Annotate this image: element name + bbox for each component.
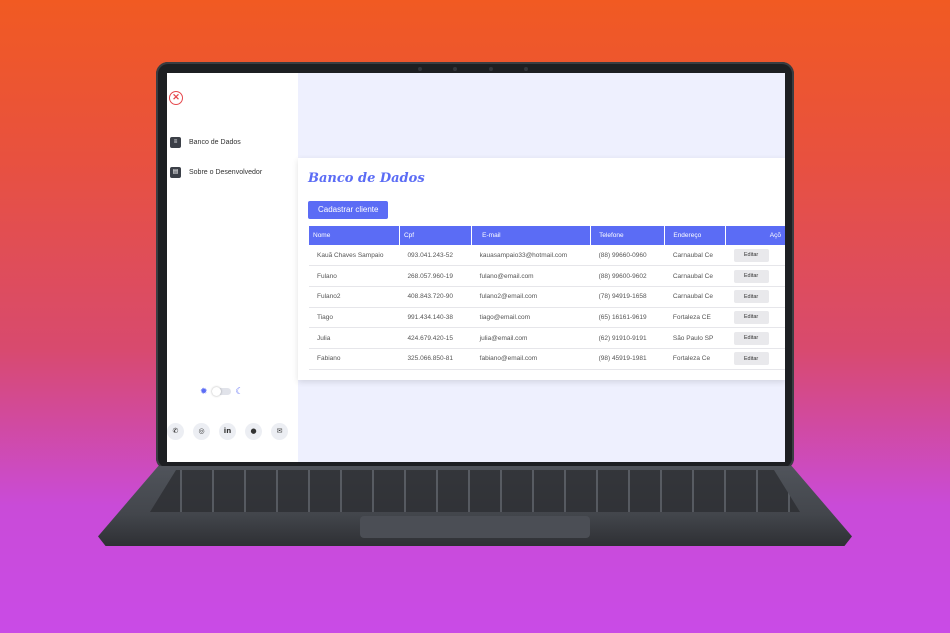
cell-cpf: 093.041.243-52 xyxy=(399,245,472,267)
cell-nome: Kauã Chaves Sampaio xyxy=(309,245,400,267)
cell-actions: Editar xyxy=(725,327,785,349)
sun-icon: ✹ xyxy=(200,386,208,396)
cell-endereco: Carnaubal Ce xyxy=(664,286,726,308)
cell-endereco: Carnaubal Ce xyxy=(664,245,726,267)
page-title: Banco de Dados xyxy=(308,171,425,186)
cell-nome: Fulano2 xyxy=(309,286,400,308)
database-icon: ≡ xyxy=(170,137,181,148)
table-row: Fulano2 408.843.720-90 fulano2@email.com… xyxy=(309,286,785,308)
cell-email: julia@email.com xyxy=(471,327,591,349)
column-header-email[interactable]: E-mail xyxy=(471,226,592,245)
cell-email: tiago@email.com xyxy=(471,307,591,329)
table-header-row: Nome Cpf E-mail Telefone Endereço Açõ xyxy=(309,226,785,245)
table-row: Julia 424.679.420-15 julia@email.com (62… xyxy=(309,327,785,349)
cell-email: fulano2@email.com xyxy=(471,286,591,308)
clients-table: Nome Cpf E-mail Telefone Endereço Açõ Ka… xyxy=(309,226,785,370)
edit-button[interactable]: Editar xyxy=(733,352,769,366)
sidebar-item-banco-de-dados[interactable]: ≡ Banco de Dados xyxy=(170,137,241,148)
cell-cpf: 268.057.960-19 xyxy=(399,265,472,287)
column-header-acoes: Açõ xyxy=(725,226,785,245)
cell-telefone: (65) 16161-9619 xyxy=(590,307,665,329)
cell-nome: Tiago xyxy=(309,307,400,329)
column-header-endereco[interactable]: Endereço xyxy=(664,226,727,245)
cell-telefone: (88) 99660-0960 xyxy=(590,245,665,267)
column-header-cpf[interactable]: Cpf xyxy=(399,226,473,245)
theme-toggle: ✹ ☾ xyxy=(200,386,244,397)
cell-telefone: (88) 99600-9602 xyxy=(590,265,665,287)
table-row: Fulano 268.057.960-19 fulano@email.com (… xyxy=(309,265,785,287)
sidebar-item-label: Banco de Dados xyxy=(189,139,241,146)
cell-nome: Fabiano xyxy=(309,348,400,370)
cell-endereco: São Paulo SP xyxy=(664,327,726,349)
touchpad xyxy=(360,516,590,538)
cell-nome: Fulano xyxy=(309,265,400,287)
cell-telefone: (98) 45919-1981 xyxy=(590,348,665,370)
email-icon[interactable]: ✉ xyxy=(271,423,288,440)
whatsapp-icon[interactable]: ✆ xyxy=(167,423,184,440)
cell-endereco: Carnaubal Ce xyxy=(664,265,726,287)
laptop-screen: ✕ ≡ Banco de Dados ▤ Sobre o Desenvolved… xyxy=(167,73,785,462)
table-row: Kauã Chaves Sampaio 093.041.243-52 kauas… xyxy=(309,245,785,267)
camera-bar xyxy=(418,65,528,73)
cell-cpf: 991.434.140-38 xyxy=(399,307,472,329)
edit-button[interactable]: Editar xyxy=(733,269,769,283)
keyboard xyxy=(150,470,800,512)
theme-switch[interactable] xyxy=(211,387,231,396)
cell-endereco: Fortaleza CE xyxy=(664,307,726,329)
main-card: Banco de Dados Cadastrar cliente Nome Cp… xyxy=(298,158,785,380)
github-icon[interactable]: ● xyxy=(245,423,262,440)
cell-actions: Editar xyxy=(725,286,785,308)
column-header-telefone[interactable]: Telefone xyxy=(590,226,666,245)
column-header-nome[interactable]: Nome xyxy=(309,226,400,245)
cell-telefone: (62) 91910-9191 xyxy=(590,327,665,349)
cell-endereco: Fortaleza Ce xyxy=(664,348,726,370)
sidebar: ✕ ≡ Banco de Dados ▤ Sobre o Desenvolved… xyxy=(167,73,298,462)
add-client-button[interactable]: Cadastrar cliente xyxy=(308,201,389,219)
table-row: Fabiano 325.066.850-81 fabiano@email.com… xyxy=(309,348,785,370)
cell-nome: Julia xyxy=(309,327,400,349)
linkedin-icon[interactable]: in xyxy=(219,423,236,440)
social-links: ✆ ◎ in ● ✉ xyxy=(167,423,288,440)
cell-actions: Editar xyxy=(725,348,785,370)
sidebar-item-label: Sobre o Desenvolvedor xyxy=(189,169,263,176)
edit-button[interactable]: Editar xyxy=(733,310,769,324)
cell-email: kauasampaio33@hotmail.com xyxy=(471,245,591,267)
edit-button[interactable]: Editar xyxy=(733,248,769,262)
instagram-icon[interactable]: ◎ xyxy=(193,423,210,440)
cell-email: fabiano@email.com xyxy=(471,348,591,370)
cell-actions: Editar xyxy=(725,245,785,267)
edit-button[interactable]: Editar xyxy=(733,331,769,345)
sidebar-item-sobre-desenvolvedor[interactable]: ▤ Sobre o Desenvolvedor xyxy=(170,167,262,178)
moon-icon: ☾ xyxy=(235,386,244,396)
cell-actions: Editar xyxy=(725,307,785,329)
cell-email: fulano@email.com xyxy=(471,265,591,287)
close-icon[interactable]: ✕ xyxy=(169,91,183,105)
edit-button[interactable]: Editar xyxy=(733,290,769,304)
cell-cpf: 424.679.420-15 xyxy=(399,327,472,349)
cell-cpf: 325.066.850-81 xyxy=(399,348,472,370)
cell-telefone: (78) 94919-1658 xyxy=(590,286,665,308)
cell-actions: Editar xyxy=(725,265,785,287)
cell-cpf: 408.843.720-90 xyxy=(399,286,472,308)
table-row: Tiago 991.434.140-38 tiago@email.com (65… xyxy=(309,307,785,329)
id-card-icon: ▤ xyxy=(170,167,181,178)
